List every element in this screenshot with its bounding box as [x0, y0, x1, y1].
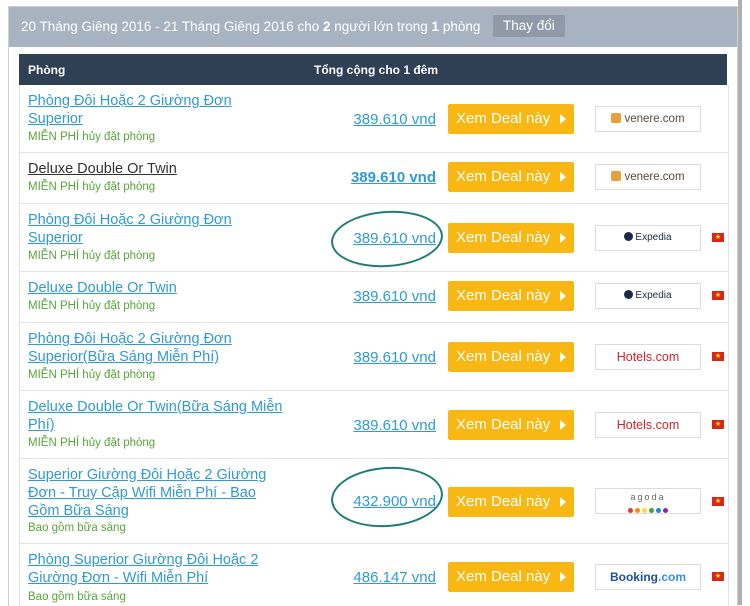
room-name-link[interactable]: Phòng Đôi Hoặc 2 Giường Đơn Superior(Bữa… [28, 330, 290, 366]
view-deal-button[interactable]: Xem Deal này [448, 342, 574, 372]
vietnam-flag-icon: ★ [712, 572, 724, 581]
caret-right-icon [560, 233, 566, 243]
caret-right-icon [560, 572, 566, 582]
vietnam-flag-icon: ★ [712, 497, 724, 506]
table-row: Phòng Superior Giường Đôi Hoặc 2 Giường … [20, 544, 728, 606]
price-link[interactable]: 389.610 vnd [276, 169, 436, 186]
room-name-link[interactable]: Phòng Superior Giường Đôi Hoặc 2 Giường … [28, 551, 290, 587]
table-row: Deluxe Double Or Twin MIỄN PHÍ hủy đặt p… [20, 272, 728, 323]
price-link[interactable]: 432.900 vnd [276, 493, 436, 510]
agoda-dots-icon [596, 505, 700, 516]
provider-logo-booking[interactable]: Booking.com [595, 564, 701, 590]
view-deal-button[interactable]: Xem Deal này [448, 562, 574, 592]
cancellation-note: MIỄN PHÍ hủy đặt phòng [28, 250, 156, 262]
caret-right-icon [560, 352, 566, 362]
room-name-link[interactable]: Deluxe Double Or Twin [28, 160, 290, 178]
vietnam-flag-icon: ★ [712, 352, 724, 361]
search-summary: 20 Tháng Giêng 2016 - 21 Tháng Giêng 201… [21, 19, 481, 34]
price-link[interactable]: 389.610 vnd [276, 111, 436, 128]
room-name-link[interactable]: Deluxe Double Or Twin [28, 279, 290, 297]
room-name-link[interactable]: Deluxe Double Or Twin(Bữa Sáng Miễn Phí) [28, 398, 290, 434]
table-row: Deluxe Double Or Twin MIỄN PHÍ hủy đặt p… [20, 153, 728, 204]
provider-logo-agoda[interactable]: agoda [595, 488, 701, 514]
scrollbar[interactable] [738, 0, 742, 605]
breakfast-note: Bao gồm bữa sáng [28, 522, 126, 534]
price-link[interactable]: 389.610 vnd [276, 288, 436, 305]
hotel-deals-panel: 20 Tháng Giêng 2016 - 21 Tháng Giêng 201… [8, 6, 738, 606]
price-link[interactable]: 389.610 vnd [276, 349, 436, 366]
caret-right-icon [560, 497, 566, 507]
vietnam-flag-icon: ★ [712, 291, 724, 300]
cancellation-note: MIỄN PHÍ hủy đặt phòng [28, 300, 156, 312]
search-summary-bar: 20 Tháng Giêng 2016 - 21 Tháng Giêng 201… [9, 7, 737, 47]
view-deal-button[interactable]: Xem Deal này [448, 223, 574, 253]
cancellation-note: MIỄN PHÍ hủy đặt phòng [28, 131, 156, 143]
view-deal-button[interactable]: Xem Deal này [448, 487, 574, 517]
provider-logo-hotels[interactable]: Hotels.com [595, 412, 701, 438]
caret-right-icon [560, 420, 566, 430]
cancellation-note: MIỄN PHÍ hủy đặt phòng [28, 181, 156, 193]
view-deal-button[interactable]: Xem Deal này [448, 410, 574, 440]
caret-right-icon [560, 114, 566, 124]
column-header-total: Tổng cộng cho 1 đêm [314, 63, 439, 77]
price-link[interactable]: 389.610 vnd [276, 230, 436, 247]
room-name-link[interactable]: Phòng Đôi Hoặc 2 Giường Đơn Superior [28, 211, 290, 247]
provider-logo-hotels[interactable]: Hotels.com [595, 344, 701, 370]
provider-logo-venere[interactable]: venere.com [595, 164, 701, 190]
globe-icon [624, 290, 634, 299]
breakfast-note: Bao gồm bữa sáng [28, 591, 126, 603]
vietnam-flag-icon: ★ [712, 233, 724, 242]
provider-logo-expedia[interactable]: Expedia [595, 283, 701, 309]
column-header-room: Phòng [28, 63, 66, 77]
table-header: Phòng Tổng cộng cho 1 đêm [19, 54, 727, 85]
provider-logo-venere[interactable]: venere.com [595, 106, 701, 132]
room-name-link[interactable]: Phòng Đôi Hoặc 2 Giường Đơn Superior [28, 92, 290, 128]
globe-icon [624, 232, 634, 241]
caret-right-icon [560, 291, 566, 301]
provider-logo-expedia[interactable]: Expedia [595, 225, 701, 251]
caret-right-icon [560, 172, 566, 182]
table-row: Phòng Đôi Hoặc 2 Giường Đơn Superior MIỄ… [20, 85, 728, 153]
deals-table: Phòng Đôi Hoặc 2 Giường Đơn Superior MIỄ… [19, 85, 729, 606]
view-deal-button[interactable]: Xem Deal này [448, 104, 574, 134]
vietnam-flag-icon: ★ [712, 420, 724, 429]
table-row: Phòng Đôi Hoặc 2 Giường Đơn Superior(Bữa… [20, 323, 728, 391]
table-row: Phòng Đôi Hoặc 2 Giường Đơn Superior MIỄ… [20, 204, 728, 272]
cancellation-note: MIỄN PHÍ hủy đặt phòng [28, 437, 156, 449]
price-link[interactable]: 486.147 vnd [276, 569, 436, 586]
view-deal-button[interactable]: Xem Deal này [448, 281, 574, 311]
room-name-link[interactable]: Superior Giường Đôi Hoặc 2 Giường Đơn - … [28, 466, 290, 520]
table-row: Deluxe Double Or Twin(Bữa Sáng Miễn Phí)… [20, 391, 728, 459]
price-link[interactable]: 389.610 vnd [276, 417, 436, 434]
cancellation-note: MIỄN PHÍ hủy đặt phòng [28, 369, 156, 381]
venere-logo-icon [611, 171, 622, 181]
venere-logo-icon [611, 113, 622, 123]
table-row: Superior Giường Đôi Hoặc 2 Giường Đơn - … [20, 459, 728, 544]
view-deal-button[interactable]: Xem Deal này [448, 162, 574, 192]
change-search-button[interactable]: Thay đổi [493, 15, 565, 37]
